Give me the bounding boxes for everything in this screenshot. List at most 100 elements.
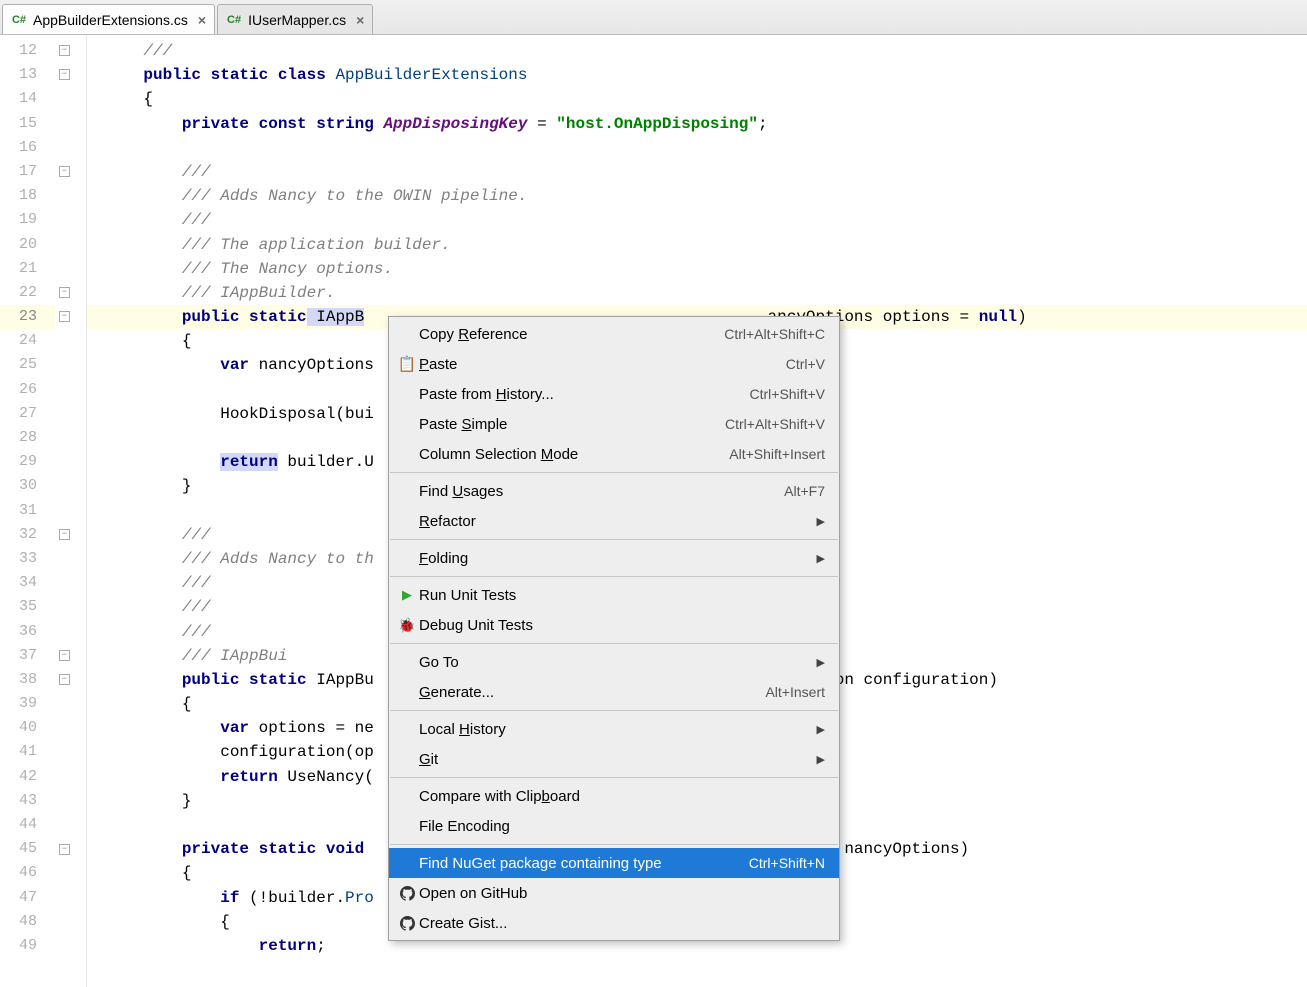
menu-label: Find NuGet package containing type	[419, 855, 749, 872]
tab-label: IUserMapper.cs	[248, 12, 346, 28]
code-line[interactable]: {	[87, 87, 1307, 111]
menu-item-paste-from-history[interactable]: Paste from History...Ctrl+Shift+V	[389, 379, 839, 409]
menu-label: Paste	[419, 356, 786, 373]
menu-label: Paste Simple	[419, 416, 725, 433]
line-number: 33	[0, 547, 55, 571]
menu-item-file-encoding[interactable]: File Encoding	[389, 811, 839, 841]
line-number: 28	[0, 426, 55, 450]
line-number: 45	[0, 837, 55, 861]
fold-gutter: − − − − − − − − −	[55, 35, 87, 987]
code-line[interactable]: /// The application builder.	[87, 233, 1307, 257]
menu-item-find-usages[interactable]: Find UsagesAlt+F7	[389, 476, 839, 506]
run-icon: ▶	[395, 587, 419, 603]
menu-item-refactor[interactable]: Refactor ▶	[389, 506, 839, 536]
menu-shortcut: Ctrl+Alt+Shift+V	[725, 416, 825, 432]
code-line[interactable]: /// The Nancy options.	[87, 257, 1307, 281]
tab-iusermapper[interactable]: C# IUserMapper.cs ×	[217, 4, 373, 34]
menu-shortcut: Ctrl+Alt+Shift+C	[724, 326, 825, 342]
code-line[interactable]: /// Adds Nancy to the OWIN pipeline.	[87, 184, 1307, 208]
menu-label: Compare with Clipboard	[419, 788, 825, 805]
line-number: 24	[0, 329, 55, 353]
context-menu: Copy ReferenceCtrl+Alt+Shift+C📋PasteCtrl…	[388, 316, 840, 941]
line-number: 38	[0, 668, 55, 692]
menu-label: Paste from History...	[419, 386, 750, 403]
paste-icon: 📋	[395, 355, 419, 373]
debug-icon: 🐞	[395, 617, 419, 634]
submenu-arrow-icon: ▶	[817, 753, 825, 766]
code-line[interactable]	[87, 136, 1307, 160]
menu-item-generate[interactable]: Generate...Alt+Insert	[389, 677, 839, 707]
menu-label: Run Unit Tests	[419, 587, 825, 604]
menu-item-local-history[interactable]: Local History ▶	[389, 714, 839, 744]
line-number: 26	[0, 378, 55, 402]
line-number: 43	[0, 789, 55, 813]
menu-item-create-gist[interactable]: Create Gist...	[389, 908, 839, 938]
menu-label: Local History	[419, 721, 809, 738]
code-line[interactable]: ///	[87, 160, 1307, 184]
tab-label: AppBuilderExtensions.cs	[33, 12, 188, 28]
menu-shortcut: Alt+Shift+Insert	[729, 446, 825, 462]
menu-label: Git	[419, 751, 809, 768]
menu-item-paste[interactable]: 📋PasteCtrl+V	[389, 349, 839, 379]
submenu-arrow-icon: ▶	[817, 515, 825, 528]
menu-label: Copy Reference	[419, 326, 724, 343]
line-number: 21	[0, 257, 55, 281]
menu-item-copy-reference[interactable]: Copy ReferenceCtrl+Alt+Shift+C	[389, 319, 839, 349]
line-number: 41	[0, 740, 55, 764]
menu-item-compare-with-clipboard[interactable]: Compare with Clipboard	[389, 781, 839, 811]
line-number: 23	[0, 305, 55, 329]
code-line[interactable]: public static class AppBuilderExtensions	[87, 63, 1307, 87]
menu-separator	[390, 777, 838, 778]
line-number: 42	[0, 765, 55, 789]
fold-toggle-icon[interactable]: −	[59, 650, 70, 661]
fold-toggle-icon[interactable]: −	[59, 529, 70, 540]
line-number: 18	[0, 184, 55, 208]
fold-toggle-icon[interactable]: −	[59, 844, 70, 855]
line-number: 25	[0, 353, 55, 377]
fold-toggle-icon[interactable]: −	[59, 674, 70, 685]
code-line[interactable]: ///	[87, 39, 1307, 63]
fold-toggle-icon[interactable]: −	[59, 287, 70, 298]
menu-separator	[390, 472, 838, 473]
menu-label: Go To	[419, 654, 809, 671]
line-number: 17	[0, 160, 55, 184]
fold-toggle-icon[interactable]: −	[59, 69, 70, 80]
line-number: 32	[0, 523, 55, 547]
line-number: 44	[0, 813, 55, 837]
menu-item-find-nuget-package-containing-type[interactable]: Find NuGet package containing typeCtrl+S…	[389, 848, 839, 878]
tab-appbuilderextensions[interactable]: C# AppBuilderExtensions.cs ×	[2, 4, 215, 34]
menu-item-run-unit-tests[interactable]: ▶Run Unit Tests	[389, 580, 839, 610]
line-number: 13	[0, 63, 55, 87]
close-icon[interactable]: ×	[356, 12, 364, 28]
menu-item-open-on-github[interactable]: Open on GitHub	[389, 878, 839, 908]
line-number: 37	[0, 644, 55, 668]
menu-label: Generate...	[419, 684, 765, 701]
github-icon	[395, 886, 419, 901]
menu-item-folding[interactable]: Folding▶	[389, 543, 839, 573]
fold-toggle-icon[interactable]: −	[59, 45, 70, 56]
line-number: 46	[0, 861, 55, 885]
menu-separator	[390, 844, 838, 845]
line-number: 19	[0, 208, 55, 232]
code-line[interactable]: private const string AppDisposingKey = "…	[87, 112, 1307, 136]
fold-toggle-icon[interactable]: −	[59, 311, 70, 322]
code-line[interactable]: ///	[87, 208, 1307, 232]
csharp-file-icon: C#	[226, 12, 242, 28]
menu-shortcut: Ctrl+Shift+N	[749, 855, 825, 871]
menu-label: Refactor	[419, 513, 809, 530]
close-icon[interactable]: ×	[198, 12, 206, 28]
menu-item-go-to[interactable]: Go To▶	[389, 647, 839, 677]
menu-label: File Encoding	[419, 818, 825, 835]
line-number: 35	[0, 595, 55, 619]
code-line[interactable]: /// IAppBuilder.	[87, 281, 1307, 305]
submenu-arrow-icon: ▶	[817, 552, 825, 565]
line-number: 47	[0, 886, 55, 910]
menu-item-debug-unit-tests[interactable]: 🐞Debug Unit Tests	[389, 610, 839, 640]
menu-item-git[interactable]: Git ▶	[389, 744, 839, 774]
menu-item-paste-simple[interactable]: Paste SimpleCtrl+Alt+Shift+V	[389, 409, 839, 439]
line-number: 31	[0, 499, 55, 523]
line-number: 36	[0, 620, 55, 644]
fold-toggle-icon[interactable]: −	[59, 166, 70, 177]
menu-item-column-selection-mode[interactable]: Column Selection ModeAlt+Shift+Insert	[389, 439, 839, 469]
submenu-arrow-icon: ▶	[817, 723, 825, 736]
